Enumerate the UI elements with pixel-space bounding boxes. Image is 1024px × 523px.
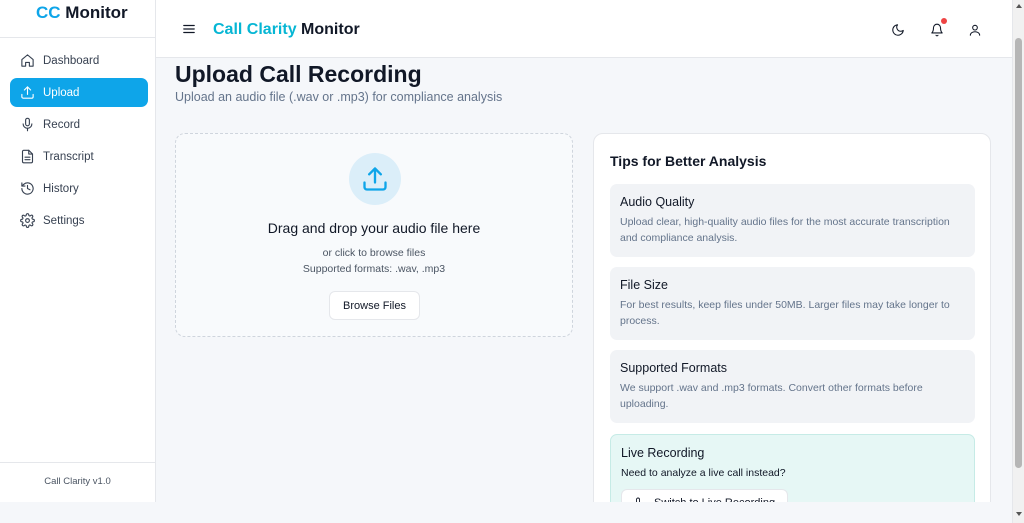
sidebar-nav: Dashboard Upload Record Transcript Histo…: [0, 38, 155, 235]
scrollbar-thumb[interactable]: [1015, 38, 1022, 468]
notification-badge: [941, 18, 947, 24]
tip-title: File Size: [620, 278, 668, 292]
dropzone-hint: or click to browse files: [322, 247, 426, 259]
sidebar-item-label: Transcript: [43, 150, 94, 163]
moon-icon[interactable]: [891, 23, 905, 37]
page-subtitle: Upload an audio file (.wav or .mp3) for …: [175, 90, 503, 104]
sidebar-item-label: Record: [43, 118, 81, 131]
sidebar-item-record[interactable]: Record: [10, 110, 148, 139]
version-label: Call Clarity v1.0: [0, 462, 155, 502]
user-icon[interactable]: [968, 23, 982, 37]
bell-icon[interactable]: [930, 18, 947, 37]
upload-dropzone[interactable]: Drag and drop your audio file here or cl…: [175, 133, 573, 337]
tip-text: Upload clear, high-quality audio files f…: [620, 216, 950, 244]
sidebar-item-label: Upload: [43, 86, 80, 99]
tip-title: Live Recording: [621, 446, 705, 460]
sidebar-item-dashboard[interactable]: Dashboard: [10, 46, 148, 75]
gear-icon: [20, 213, 35, 228]
app-title-accent: Call Clarity: [213, 21, 297, 38]
brand-accent: CC: [36, 3, 61, 22]
dropzone-formats: Supported formats: .wav, .mp3: [302, 263, 446, 275]
sidebar-item-settings[interactable]: Settings: [10, 206, 148, 235]
file-text-icon: [20, 149, 35, 164]
tip-title: Supported Formats: [620, 361, 727, 375]
main-content: Upload Call Recording Upload an audio fi…: [156, 58, 1012, 523]
scroll-up-arrow-icon[interactable]: [1016, 4, 1022, 8]
dropzone-title: Drag and drop your audio file here: [267, 220, 481, 236]
sidebar-item-history[interactable]: History: [10, 174, 148, 203]
tips-panel: Tips for Better Analysis Audio Quality U…: [593, 133, 991, 523]
brand-name: Monitor: [60, 3, 128, 22]
tip-text: We support .wav and .mp3 formats. Conver…: [620, 382, 923, 410]
sidebar-item-label: Settings: [43, 214, 85, 227]
home-icon: [20, 53, 35, 68]
tips-title: Tips for Better Analysis: [610, 153, 767, 169]
tip-text: Need to analyze a live call instead?: [621, 467, 786, 479]
sidebar-item-label: History: [43, 182, 79, 195]
sidebar-item-upload[interactable]: Upload: [10, 78, 148, 107]
browse-files-button[interactable]: Browse Files: [329, 291, 420, 320]
tip-card-audio-quality: Audio Quality Upload clear, high-quality…: [610, 184, 975, 257]
upload-icon: [20, 85, 35, 100]
bottom-strip: [0, 502, 1012, 523]
tip-card-file-size: File Size For best results, keep files u…: [610, 267, 975, 340]
page-title: Upload Call Recording: [175, 61, 422, 87]
scroll-down-arrow-icon[interactable]: [1016, 512, 1022, 516]
upload-icon: [349, 153, 401, 205]
brand-logo[interactable]: CC Monitor: [0, 0, 155, 38]
app-title-rest: Monitor: [296, 21, 360, 38]
tip-text: For best results, keep files under 50MB.…: [620, 299, 950, 327]
menu-icon[interactable]: [182, 22, 198, 38]
tip-title: Audio Quality: [620, 195, 695, 209]
app-title: Call Clarity Monitor: [213, 21, 360, 39]
sidebar: CC Monitor Dashboard Upload Record Trans…: [0, 0, 156, 502]
sidebar-item-label: Dashboard: [43, 54, 100, 67]
sidebar-item-transcript[interactable]: Transcript: [10, 142, 148, 171]
history-icon: [20, 181, 35, 196]
tip-card-supported-formats: Supported Formats We support .wav and .m…: [610, 350, 975, 423]
microphone-icon: [20, 117, 35, 132]
top-bar: Call Clarity Monitor: [156, 0, 1012, 58]
vertical-scrollbar[interactable]: [1012, 0, 1024, 523]
